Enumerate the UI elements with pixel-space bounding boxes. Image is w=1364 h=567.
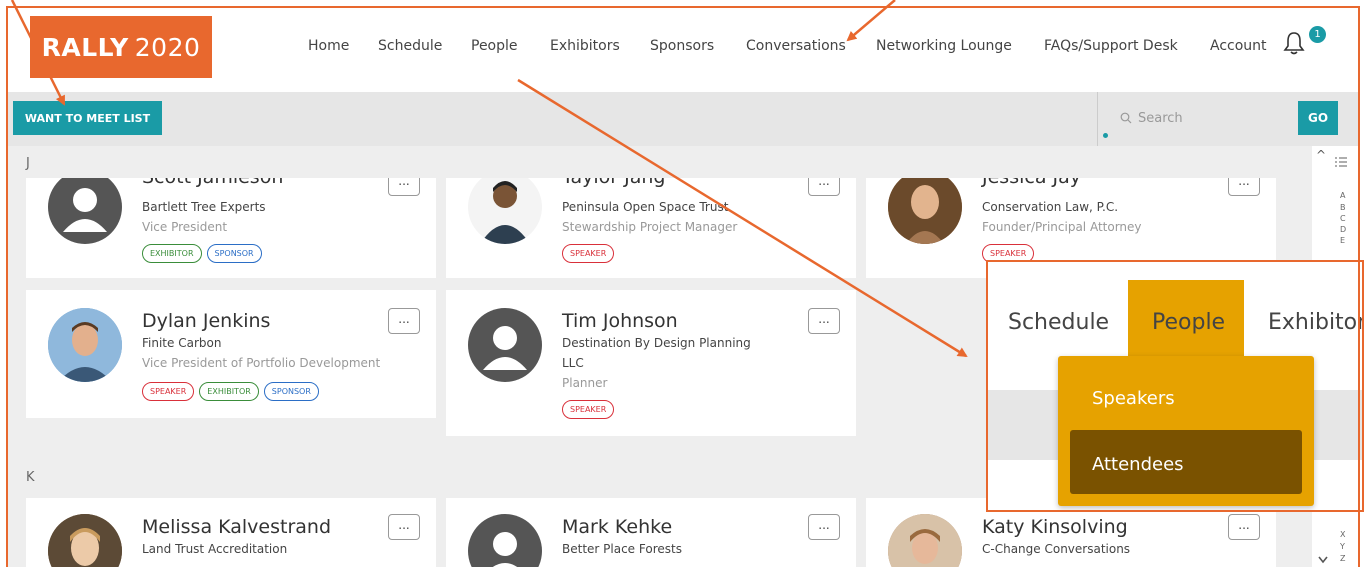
search-icon xyxy=(1120,112,1132,124)
speaker-tag: SPEAKER xyxy=(562,244,615,263)
nav-sponsors[interactable]: Sponsors xyxy=(650,38,714,54)
zoomed-people-menu-callout: Schedule People Exhibitors Speakers Atte… xyxy=(986,260,1364,512)
nav-people[interactable]: People xyxy=(471,38,518,54)
sponsor-tag: SPONSOR xyxy=(263,382,319,401)
more-options-button[interactable]: ... xyxy=(808,308,840,334)
more-options-button[interactable]: ... xyxy=(388,308,420,334)
avatar xyxy=(48,178,122,244)
speaker-tag: SPEAKER xyxy=(562,400,615,419)
person-card-taylor-jang[interactable]: Taylor Jang Peninsula Open Space Trust S… xyxy=(446,178,856,278)
avatar xyxy=(468,178,542,244)
avatar xyxy=(468,308,542,382)
avatar xyxy=(888,178,962,244)
alpha-z[interactable]: Z xyxy=(1340,554,1345,563)
person-org: Bartlett Tree Experts xyxy=(142,200,266,214)
avatar xyxy=(888,514,962,567)
alpha-x[interactable]: X xyxy=(1340,530,1345,539)
alpha-c[interactable]: C xyxy=(1340,214,1346,223)
zoom-nav-schedule[interactable]: Schedule xyxy=(1008,310,1109,335)
nav-account[interactable]: Account xyxy=(1210,38,1267,54)
more-options-button[interactable]: ... xyxy=(388,514,420,540)
rally-logo[interactable]: RALLY 2020 xyxy=(30,16,212,78)
person-title: Planner xyxy=(562,376,608,390)
person-title: Stewardship Project Manager xyxy=(562,220,738,234)
nav-faqs-support[interactable]: FAQs/Support Desk xyxy=(1044,38,1178,54)
person-name[interactable]: Dylan Jenkins xyxy=(142,310,270,332)
exhibitor-tag: EXHIBITOR xyxy=(142,244,202,263)
sponsor-tag: SPONSOR xyxy=(206,244,262,263)
notification-badge: 1 xyxy=(1309,26,1326,43)
nav-exhibitors[interactable]: Exhibitors xyxy=(550,38,620,54)
person-card-scott-jamieson[interactable]: Scott Jamieson Bartlett Tree Experts Vic… xyxy=(26,178,436,278)
person-card-mark-kehke[interactable]: Mark Kehke Better Place Forests ... xyxy=(446,498,856,567)
alpha-b[interactable]: B xyxy=(1340,203,1346,212)
person-org-line2: LLC xyxy=(562,356,584,370)
list-icon[interactable] xyxy=(1334,156,1348,168)
more-options-button[interactable]: ... xyxy=(1228,178,1260,196)
logo-year: 2020 xyxy=(134,32,201,62)
more-options-button[interactable]: ... xyxy=(808,178,840,196)
avatar xyxy=(48,514,122,567)
chevron-down-icon[interactable] xyxy=(1318,556,1328,564)
alpha-e[interactable]: E xyxy=(1340,236,1345,245)
person-name[interactable]: Melissa Kalvestrand xyxy=(142,516,331,538)
want-to-meet-list-button[interactable]: WANT TO MEET LIST xyxy=(13,101,162,135)
section-letter-k: K xyxy=(26,470,35,485)
zoom-nav-exhibitors[interactable]: Exhibitors xyxy=(1268,310,1362,335)
nav-conversations[interactable]: Conversations xyxy=(746,38,846,54)
alpha-a[interactable]: A xyxy=(1340,191,1345,200)
person-org: Land Trust Accreditation xyxy=(142,542,288,556)
person-title: Vice President xyxy=(142,220,228,234)
more-options-button[interactable]: ... xyxy=(388,178,420,196)
avatar xyxy=(468,514,542,567)
more-options-button[interactable]: ... xyxy=(808,514,840,540)
section-letter-j: J xyxy=(26,156,30,171)
person-org: C-Change Conversations xyxy=(982,542,1131,556)
person-card-dylan-jenkins[interactable]: Dylan Jenkins Finite Carbon Vice Preside… xyxy=(26,290,436,418)
person-name[interactable]: Scott Jamieson xyxy=(142,178,283,188)
person-card-tim-johnson[interactable]: Tim Johnson Destination By Design Planni… xyxy=(446,290,856,436)
person-name[interactable]: Tim Johnson xyxy=(562,310,678,332)
bell-icon[interactable] xyxy=(1283,31,1305,55)
more-options-button[interactable]: ... xyxy=(1228,514,1260,540)
person-title: Founder/Principal Attorney xyxy=(982,220,1142,234)
search-divider xyxy=(1097,92,1098,146)
nav-home[interactable]: Home xyxy=(308,38,349,54)
exhibitor-tag: EXHIBITOR xyxy=(199,382,259,401)
go-button[interactable]: GO xyxy=(1298,101,1338,135)
logo-word: RALLY xyxy=(41,32,129,62)
person-title: Vice President of Portfolio Development xyxy=(142,356,381,370)
menu-item-attendees[interactable]: Attendees xyxy=(1092,454,1184,475)
nav-schedule[interactable]: Schedule xyxy=(378,38,442,54)
person-name[interactable]: Katy Kinsolving xyxy=(982,516,1128,538)
person-org: Conservation Law, P.C. xyxy=(982,200,1119,214)
avatar xyxy=(48,308,122,382)
alpha-y[interactable]: Y xyxy=(1340,542,1345,551)
person-card-melissa-kalvestrand[interactable]: Melissa Kalvestrand Land Trust Accredita… xyxy=(26,498,436,567)
alpha-d[interactable]: D xyxy=(1340,225,1346,234)
person-name[interactable]: Taylor Jang xyxy=(562,178,665,188)
person-org: Finite Carbon xyxy=(142,336,222,350)
nav-networking-lounge[interactable]: Networking Lounge xyxy=(876,38,1012,54)
speaker-tag: SPEAKER xyxy=(142,382,195,401)
person-org: Destination By Design Planning xyxy=(562,336,751,350)
zoom-nav-people[interactable]: People xyxy=(1152,310,1225,335)
person-org: Better Place Forests xyxy=(562,542,682,556)
person-org: Peninsula Open Space Trust xyxy=(562,200,729,214)
search-input[interactable]: Search xyxy=(1120,104,1280,132)
search-placeholder: Search xyxy=(1138,110,1183,126)
menu-item-speakers[interactable]: Speakers xyxy=(1092,388,1175,409)
search-focus-dot xyxy=(1103,133,1108,138)
person-name[interactable]: Mark Kehke xyxy=(562,516,672,538)
person-name[interactable]: Jessica Jay xyxy=(982,178,1081,188)
